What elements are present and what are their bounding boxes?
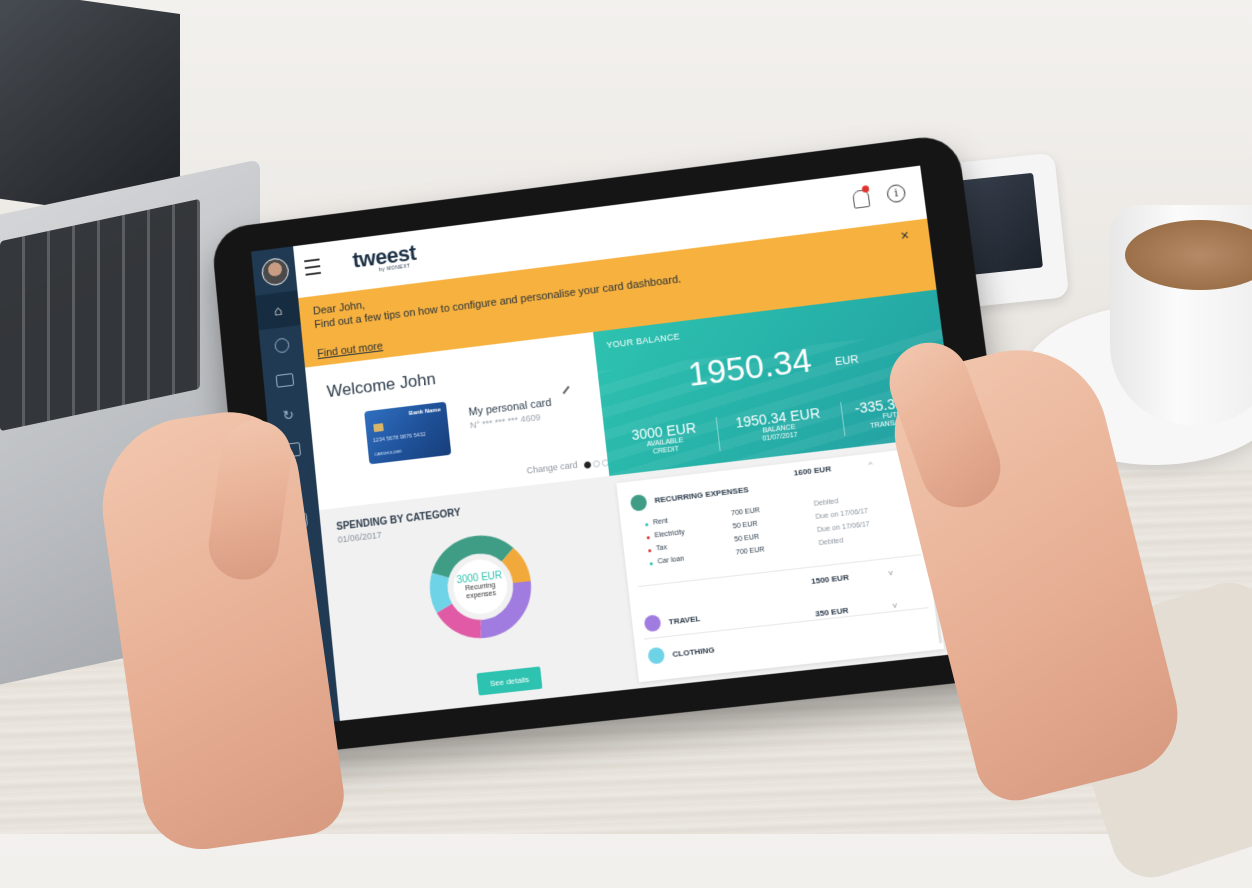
status-bullet [648, 549, 652, 553]
balance-amount: 1950.34 [686, 341, 814, 394]
bell-icon[interactable] [852, 189, 871, 209]
chevron-down-icon[interactable]: v [892, 600, 897, 610]
close-icon[interactable]: × [900, 227, 910, 244]
expense-name: Rent [652, 517, 669, 527]
status-bullet [649, 562, 653, 566]
expense-status: Debited [818, 537, 844, 548]
edit-icon[interactable] [562, 385, 570, 395]
expense-amount: 50 EUR [733, 533, 760, 544]
card-image-number: 1234 5678 9876 5432 [372, 431, 427, 445]
available-credit-stat: 3000 EUR AVAILABLE CREDIT [618, 418, 711, 460]
menu-icon[interactable] [304, 258, 321, 276]
card-chip [373, 423, 384, 433]
dollar-icon [629, 493, 648, 512]
tablet-screen: ⌂ ↻ ☺ ··· ✆ ⚙ tweest by MONEXT i Dear Jo… [251, 165, 985, 726]
card-icon[interactable] [262, 360, 308, 400]
find-out-more-link[interactable]: Find out more [317, 340, 384, 360]
home-icon[interactable]: ⌂ [255, 290, 301, 331]
chevron-down-icon[interactable]: v [888, 568, 893, 578]
recurring-amount: 1600 EUR [793, 464, 832, 478]
status-bullet [646, 536, 650, 540]
notification-badge [861, 185, 870, 193]
spending-donut[interactable]: 3000 EUR Recurring expenses [420, 526, 540, 648]
stat-divider [840, 402, 846, 437]
avatar[interactable] [260, 256, 290, 287]
balance-label: YOUR BALANCE [605, 331, 681, 351]
pie-chart-icon[interactable] [259, 325, 305, 365]
travel-amount: 1500 EUR [810, 572, 850, 587]
expense-amount: 50 EUR [732, 520, 758, 531]
card-dot-2[interactable] [592, 460, 601, 468]
expense-name: Car loan [657, 555, 685, 566]
recurring-title[interactable]: RECURRING EXPENSES [654, 485, 749, 505]
travel-icon [643, 614, 662, 633]
see-details-button[interactable]: See details [476, 666, 543, 696]
welcome-title: Welcome John [326, 369, 437, 402]
expense-status: Debited [813, 498, 839, 508]
expense-amount: 700 EUR [730, 507, 761, 518]
change-card-label[interactable]: Change card [526, 460, 578, 476]
bank-name: Bank Name [408, 407, 442, 417]
card-dot-1[interactable] [583, 461, 592, 469]
card-holder: CARDHOLDER [374, 448, 402, 457]
chevron-up-icon[interactable]: ^ [868, 459, 873, 468]
status-bullet [645, 523, 649, 527]
bank-card-image[interactable]: Bank Name 1234 5678 9876 5432 CARDHOLDER [364, 401, 452, 465]
spending-title: SPENDING BY CATEGORY [335, 507, 462, 533]
travel-title[interactable]: TRAVEL [668, 614, 701, 627]
stat-divider [715, 416, 721, 451]
balance-currency: EUR [834, 353, 860, 369]
clothing-icon [647, 646, 666, 665]
category-list: RECURRING EXPENSES 1600 EUR ^ Rent 700 E… [616, 447, 945, 683]
clothing-title[interactable]: CLOTHING [672, 645, 715, 659]
info-icon[interactable]: i [886, 183, 907, 204]
balance-stat: 1950.34 EUR BALANCE 01/07/2017 [722, 403, 836, 448]
expense-name: Tax [655, 544, 668, 553]
